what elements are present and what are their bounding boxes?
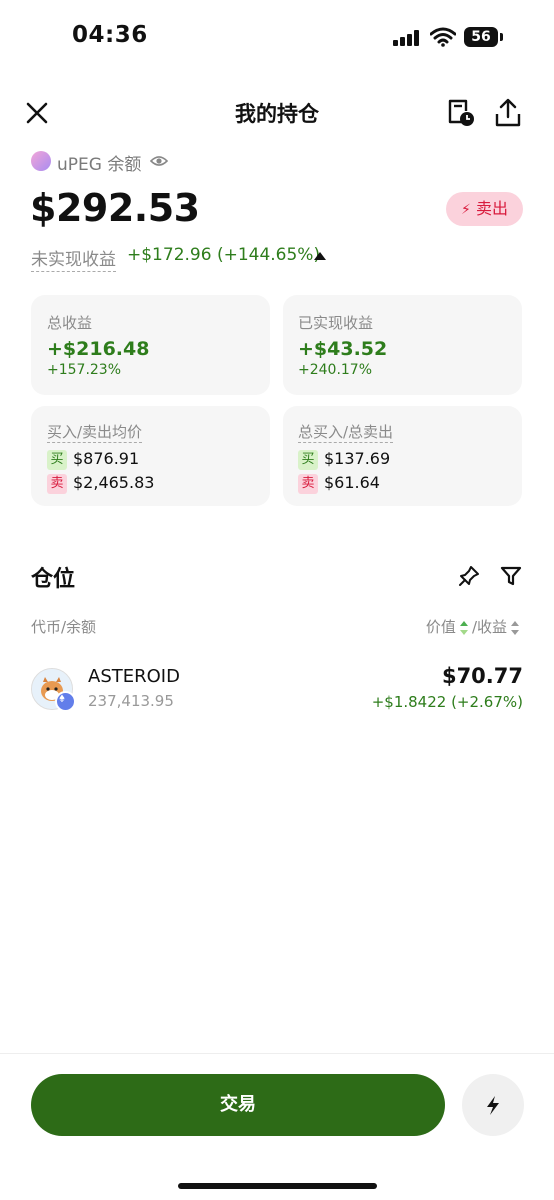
card-value: +$216.48 bbox=[47, 338, 150, 360]
token-balance-label: uPEG 余额 bbox=[57, 150, 141, 175]
collapse-caret-icon[interactable] bbox=[314, 252, 326, 260]
sell-tag: 卖 bbox=[47, 473, 67, 494]
card-label[interactable]: 买入/卖出均价 bbox=[47, 421, 143, 443]
avg-buy-value: $876.91 bbox=[73, 449, 140, 468]
asset-pnl: +$1.8422 (+2.67%) bbox=[371, 693, 523, 711]
card-label[interactable]: 总买入/总卖出 bbox=[298, 421, 394, 443]
eye-icon[interactable] bbox=[150, 153, 168, 169]
total-buy-value: $137.69 bbox=[324, 449, 391, 468]
total-buy-row: 买 $137.69 bbox=[298, 449, 390, 470]
asset-value: $70.77 bbox=[441, 664, 523, 688]
total-balance: $292.53 bbox=[30, 186, 200, 230]
sort-value-icon[interactable] bbox=[459, 620, 468, 635]
card-percent: +157.23% bbox=[47, 362, 122, 378]
card-percent: +240.17% bbox=[298, 362, 373, 378]
value-header: 价值 bbox=[425, 618, 456, 636]
sell-label: 卖出 bbox=[475, 199, 508, 218]
buy-tag: 买 bbox=[298, 449, 318, 470]
battery-nub bbox=[500, 33, 503, 41]
share-icon[interactable] bbox=[494, 98, 522, 128]
card-label: 已实现收益 bbox=[298, 314, 374, 332]
sell-tag: 卖 bbox=[298, 473, 318, 494]
card-label: 总收益 bbox=[47, 314, 93, 332]
total-sell-value: $61.64 bbox=[324, 473, 380, 492]
lightning-icon: ⚡ bbox=[461, 202, 471, 218]
column-header-value[interactable]: 价值/收益 bbox=[426, 616, 523, 637]
home-indicator bbox=[178, 1183, 377, 1189]
quick-trade-button[interactable] bbox=[462, 1074, 524, 1136]
ethereum-chain-icon bbox=[55, 691, 76, 712]
token-symbol: uPEG bbox=[57, 155, 102, 175]
unrealized-pnl-value: +$172.96 (+144.65%) bbox=[127, 245, 321, 265]
avg-price-card: 买入/卖出均价 买 $876.91 卖 $2,465.83 bbox=[31, 406, 270, 506]
positions-title: 仓位 bbox=[31, 567, 76, 592]
pin-icon[interactable] bbox=[457, 564, 481, 588]
balance-label: 余额 bbox=[107, 155, 142, 175]
buy-tag: 买 bbox=[47, 449, 67, 470]
unrealized-pnl-label[interactable]: 未实现收益 bbox=[31, 245, 116, 272]
totals-card: 总买入/总卖出 买 $137.69 卖 $61.64 bbox=[283, 406, 522, 506]
total-pnl-card: 总收益 +$216.48 +157.23% bbox=[31, 295, 270, 395]
token-logo-icon bbox=[31, 151, 51, 171]
asset-amount: 237,413.95 bbox=[88, 692, 174, 710]
avg-sell-value: $2,465.83 bbox=[73, 473, 155, 492]
trade-button[interactable]: 交易 bbox=[31, 1074, 445, 1136]
bottom-divider bbox=[0, 1053, 554, 1054]
wifi-icon bbox=[430, 27, 456, 47]
lightning-icon bbox=[487, 1096, 499, 1115]
pnl-header: /收益 bbox=[471, 618, 507, 636]
avg-buy-row: 买 $876.91 bbox=[47, 449, 139, 470]
filter-icon[interactable] bbox=[499, 564, 523, 588]
battery-icon: 56 bbox=[464, 27, 498, 47]
asset-name[interactable]: ASTEROID bbox=[88, 666, 180, 687]
cellular-signal-icon bbox=[393, 30, 421, 46]
sell-button[interactable]: ⚡ 卖出 bbox=[446, 192, 523, 226]
status-time: 04:36 bbox=[72, 22, 148, 48]
history-icon[interactable] bbox=[446, 98, 476, 128]
total-sell-row: 卖 $61.64 bbox=[298, 473, 380, 494]
avg-sell-row: 卖 $2,465.83 bbox=[47, 473, 154, 494]
card-value: +$43.52 bbox=[298, 338, 388, 360]
sort-pnl-icon[interactable] bbox=[511, 620, 519, 635]
realized-pnl-card: 已实现收益 +$43.52 +240.17% bbox=[283, 295, 522, 395]
column-header-token: 代币/余额 bbox=[31, 618, 97, 636]
